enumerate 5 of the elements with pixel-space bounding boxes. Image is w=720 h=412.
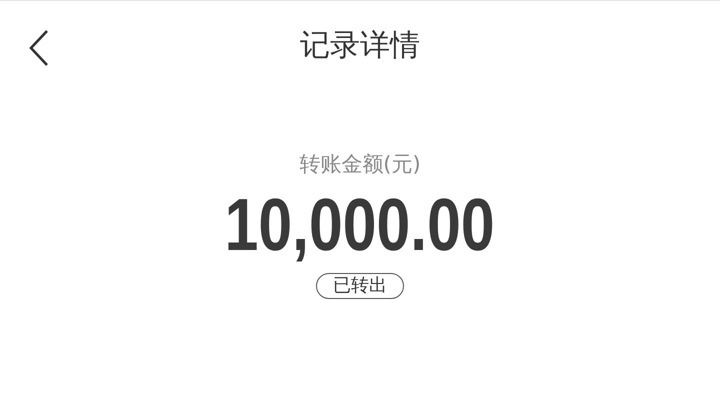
page-title: 记录详情 <box>300 26 420 64</box>
amount-label: 转账金额(元) <box>299 151 421 178</box>
amount-value: 10,000.00 <box>225 182 495 268</box>
status-badge: 已转出 <box>316 273 404 299</box>
back-icon <box>28 29 50 67</box>
